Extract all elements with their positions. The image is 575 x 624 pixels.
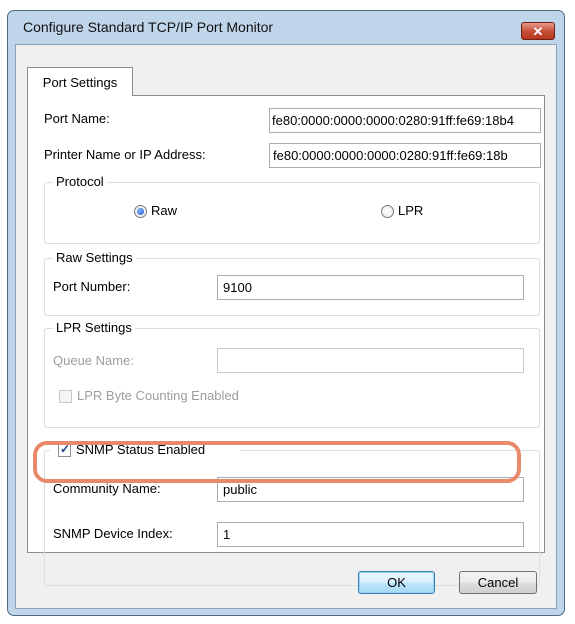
community-name-value: public xyxy=(223,482,257,497)
lpr-byte-counting-checkbox[interactable] xyxy=(59,390,72,403)
queue-name-input[interactable] xyxy=(217,348,524,373)
ok-button-label: OK xyxy=(387,575,406,590)
protocol-legend: Protocol xyxy=(53,174,107,189)
lpr-settings-legend: LPR Settings xyxy=(53,320,135,335)
tab-label: Port Settings xyxy=(42,74,118,90)
queue-name-label: Queue Name: xyxy=(53,353,134,368)
snmp-device-index-input[interactable]: 1 xyxy=(217,522,524,547)
dialog-client-area: Port Settings Port Name: fe80:0000:0000:… xyxy=(15,44,557,609)
port-settings-pane: Port Name: fe80:0000:0000:0000:0280:91ff… xyxy=(27,95,545,586)
ok-button[interactable]: OK xyxy=(358,571,435,594)
port-number-label: Port Number: xyxy=(53,279,131,294)
printer-address-input[interactable]: fe80:0000:0000:0000:0280:91ff:fe69:18b xyxy=(269,143,541,168)
port-name-input[interactable]: fe80:0000:0000:0000:0280:91ff:fe69:18b4 xyxy=(269,108,541,133)
raw-settings-group: Raw Settings Port Number: 9100 xyxy=(44,250,540,316)
port-number-input[interactable]: 9100 xyxy=(217,275,524,300)
lpr-radio[interactable] xyxy=(381,205,394,218)
cancel-button-label: Cancel xyxy=(477,575,519,590)
community-name-input[interactable]: public xyxy=(217,477,524,502)
snmp-device-index-label: SNMP Device Index: xyxy=(53,526,173,541)
raw-settings-legend: Raw Settings xyxy=(53,250,136,265)
snmp-group: SNMP Status Enabled Community Name: publ… xyxy=(44,440,540,586)
port-name-label: Port Name: xyxy=(44,111,110,126)
title-bar[interactable]: Configure Standard TCP/IP Port Monitor ✕ xyxy=(8,11,564,44)
close-icon: ✕ xyxy=(532,23,544,39)
community-name-label: Community Name: xyxy=(53,481,161,496)
raw-radio[interactable] xyxy=(134,205,147,218)
lpr-settings-group: LPR Settings Queue Name: LPR Byte Counti… xyxy=(44,320,540,428)
port-name-value: fe80:0000:0000:0000:0280:91ff:fe69:18b4 xyxy=(272,113,514,128)
snmp-status-checkbox[interactable] xyxy=(58,442,71,457)
snmp-status-label[interactable]: SNMP Status Enabled xyxy=(76,442,205,457)
lpr-byte-counting-label[interactable]: LPR Byte Counting Enabled xyxy=(77,388,239,403)
window-title: Configure Standard TCP/IP Port Monitor xyxy=(23,19,274,35)
close-button[interactable]: ✕ xyxy=(521,22,555,40)
protocol-group: Protocol Raw LPR xyxy=(44,174,540,244)
tab-port-settings[interactable]: Port Settings xyxy=(27,67,133,96)
printer-address-value: fe80:0000:0000:0000:0280:91ff:fe69:18b xyxy=(273,148,508,163)
port-number-value: 9100 xyxy=(223,280,252,295)
printer-address-label: Printer Name or IP Address: xyxy=(44,147,206,162)
dialog-window: Configure Standard TCP/IP Port Monitor ✕… xyxy=(7,10,565,616)
raw-radio-label[interactable]: Raw xyxy=(151,203,177,218)
lpr-radio-label[interactable]: LPR xyxy=(398,203,423,218)
snmp-header: SNMP Status Enabled xyxy=(50,440,240,462)
snmp-device-index-value: 1 xyxy=(223,527,231,542)
cancel-button[interactable]: Cancel xyxy=(459,571,537,594)
